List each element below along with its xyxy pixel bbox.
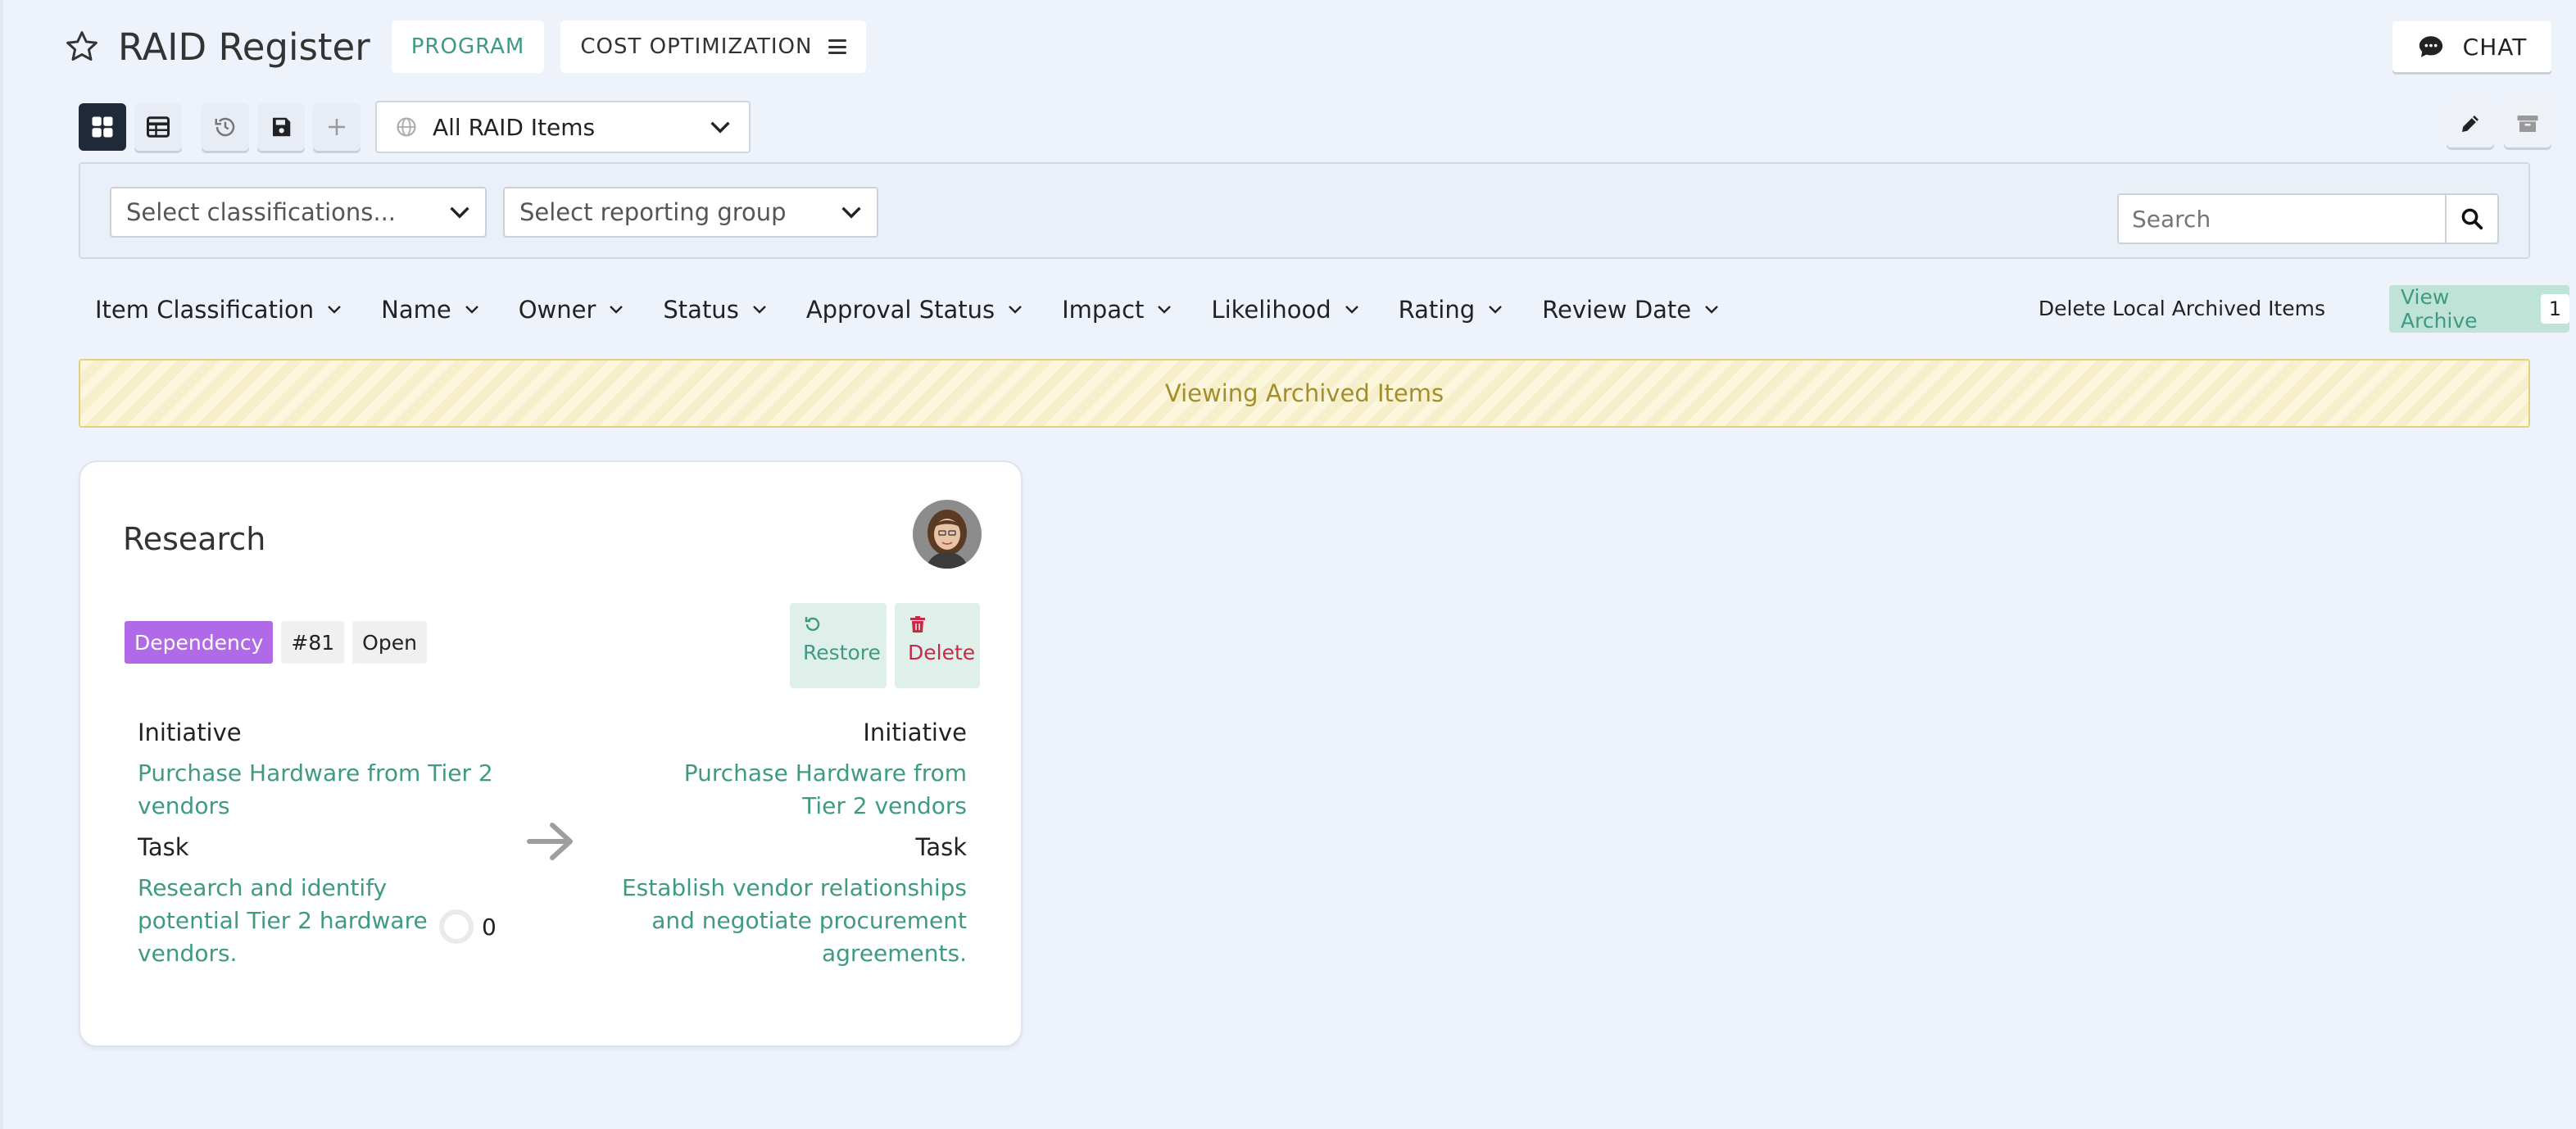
item-id-badge: #81 — [281, 621, 345, 664]
sort-columns: Item Classification Name Owner Status Ap… — [95, 291, 1758, 329]
target-initiative-label: Initiative — [863, 719, 967, 746]
sort-item-impact[interactable]: Impact — [1062, 296, 1172, 324]
save-icon — [273, 117, 291, 137]
view-toolbar: All RAID Items — [79, 100, 751, 154]
delete-label: Delete — [908, 641, 976, 664]
classifications-placeholder: Select classifications... — [126, 198, 397, 226]
filter-panel: Select classifications... Select reporti… — [79, 162, 2530, 259]
edit-button[interactable] — [2447, 100, 2494, 147]
chevron-down-icon — [1489, 306, 1502, 314]
sort-item-classification[interactable]: Item Classification — [95, 296, 342, 324]
sort-item-approval-status[interactable]: Approval Status — [806, 296, 1023, 324]
chevron-down-icon — [1158, 306, 1172, 314]
arrow-right-icon — [527, 823, 573, 860]
globe-icon — [397, 117, 416, 137]
reporting-group-placeholder: Select reporting group — [519, 198, 787, 226]
plus-icon — [329, 119, 345, 135]
source-initiative-link[interactable]: Purchase Hardware from Tier 2 vendors — [138, 757, 506, 823]
view-archive-button[interactable]: View Archive 1 — [2389, 285, 2569, 333]
progress-indicator: 0 — [439, 909, 497, 944]
pencil-icon — [2462, 116, 2478, 132]
restore-label: Restore — [803, 641, 881, 664]
chevron-down-icon — [328, 306, 341, 314]
archive-button[interactable] — [2504, 100, 2551, 147]
chevron-down-icon — [1345, 306, 1358, 314]
source-initiative-label: Initiative — [138, 719, 242, 746]
target-task-label: Task — [915, 833, 967, 861]
view-selector[interactable]: All RAID Items — [375, 101, 751, 153]
history-button[interactable] — [202, 103, 249, 151]
trash-icon — [910, 616, 925, 633]
star-icon[interactable] — [64, 29, 100, 65]
delete-local-archived-link[interactable]: Delete Local Archived Items — [2039, 297, 2325, 320]
sort-item-rating[interactable]: Rating — [1399, 296, 1503, 324]
source-task-link[interactable]: Research and identify potential Tier 2 h… — [138, 872, 482, 970]
sort-item-name[interactable]: Name — [381, 296, 479, 324]
chevron-down-icon — [610, 306, 624, 314]
sort-item-review-date[interactable]: Review Date — [1542, 296, 1719, 324]
archive-icon — [2517, 116, 2538, 132]
history-icon — [215, 117, 235, 137]
chevron-down-icon — [465, 306, 478, 314]
status-badge: Open — [352, 621, 427, 664]
left-edge — [0, 0, 3, 1129]
chevron-down-icon — [841, 206, 861, 219]
view-archive-label: View Archive — [2401, 285, 2478, 333]
save-button[interactable] — [257, 103, 305, 151]
user-avatar-image — [913, 500, 982, 569]
chat-button[interactable]: CHAT — [2392, 21, 2551, 72]
right-toolbar — [2437, 100, 2551, 147]
dependency-target: Initiative Purchase Hardware from Tier 2… — [582, 716, 967, 978]
page-title: RAID Register — [118, 25, 370, 69]
sort-item-status[interactable]: Status — [663, 296, 766, 324]
chat-bubble-icon — [2419, 36, 2442, 57]
archive-count-badge: 1 — [2540, 294, 2569, 324]
table-view-button[interactable] — [134, 103, 182, 151]
archived-banner: Viewing Archived Items — [79, 359, 2530, 428]
chat-label: CHAT — [2462, 33, 2528, 61]
page-header: RAID Register PROGRAM COST OPTIMIZATION — [64, 18, 882, 75]
chevron-down-icon — [752, 306, 766, 314]
search-icon — [2461, 208, 2483, 230]
table-icon — [147, 116, 170, 138]
chevron-down-icon — [1009, 306, 1022, 314]
progress-count: 0 — [482, 913, 497, 941]
target-task-link[interactable]: Establish vendor relationships and negot… — [582, 872, 967, 970]
source-task-label: Task — [138, 833, 189, 861]
classifications-select[interactable]: Select classifications... — [110, 187, 487, 238]
grid-icon — [92, 116, 113, 138]
target-initiative-link[interactable]: Purchase Hardware from Tier 2 vendors — [582, 757, 967, 823]
chevron-down-icon — [450, 206, 469, 219]
search-button[interactable] — [2445, 195, 2497, 243]
restore-button[interactable]: Restore — [790, 603, 887, 688]
sort-item-owner[interactable]: Owner — [519, 296, 624, 324]
grid-view-button[interactable] — [79, 103, 126, 151]
project-label: COST OPTIMIZATION — [580, 34, 813, 59]
reporting-group-select[interactable]: Select reporting group — [503, 187, 878, 238]
card-tags: Dependency #81 Open — [125, 621, 435, 664]
project-button[interactable]: COST OPTIMIZATION — [560, 20, 867, 73]
view-selector-value: All RAID Items — [433, 113, 596, 141]
search-box — [2117, 193, 2499, 244]
add-button[interactable] — [313, 103, 361, 151]
avatar[interactable] — [913, 500, 982, 569]
raid-card[interactable]: Research Dependency #81 Open Restore Del… — [79, 460, 1023, 1047]
program-button[interactable]: PROGRAM — [391, 20, 545, 73]
hamburger-icon — [828, 39, 847, 54]
chevron-down-icon — [710, 121, 730, 134]
undo-icon — [805, 617, 820, 632]
chevron-down-icon — [1705, 306, 1719, 314]
search-input[interactable] — [2119, 195, 2445, 243]
progress-ring-icon — [439, 909, 474, 944]
card-title: Research — [123, 521, 266, 557]
delete-button[interactable]: Delete — [895, 603, 980, 688]
sort-item-likelihood[interactable]: Likelihood — [1211, 296, 1358, 324]
classification-badge: Dependency — [125, 621, 274, 664]
